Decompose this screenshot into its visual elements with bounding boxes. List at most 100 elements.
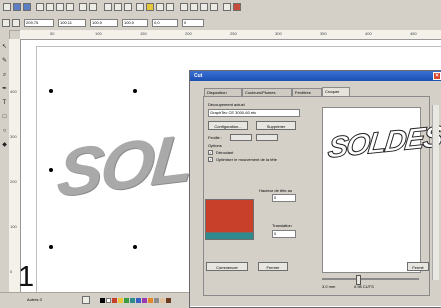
redo-icon[interactable]	[89, 3, 97, 11]
ruler-tick: 0	[10, 269, 13, 274]
align-icon[interactable]	[136, 3, 144, 11]
x-field[interactable]: 209,75	[24, 19, 54, 27]
palette-swatch[interactable]	[160, 298, 165, 303]
step-number: 1	[18, 261, 35, 293]
selection-handle[interactable]	[133, 245, 137, 249]
selection-handle[interactable]	[49, 168, 53, 172]
paste-icon[interactable]	[66, 3, 74, 11]
palette-swatch[interactable]	[148, 298, 153, 303]
tab-fenetres[interactable]: Fenêtres	[292, 88, 322, 96]
print-icon[interactable]	[36, 3, 44, 11]
stop-icon[interactable]	[233, 3, 241, 11]
palette-swatch[interactable]	[112, 298, 117, 303]
ruler-tick: 400	[10, 89, 17, 94]
status-bar: Autres 0	[0, 292, 189, 307]
palette-swatch[interactable]	[118, 298, 123, 303]
close-button[interactable]: Fermé	[407, 262, 429, 271]
remove-button[interactable]: Supprimer	[256, 121, 296, 130]
ruler-tick: 400	[365, 31, 372, 36]
dialog-title: Cut	[194, 73, 203, 79]
node-tool-icon[interactable]: ✎	[1, 58, 8, 65]
color-swatch[interactable]	[205, 199, 254, 234]
undo-icon[interactable]	[79, 3, 87, 11]
checkbox-deroulant[interactable]: ✓	[208, 150, 213, 155]
checkbox-optimiser[interactable]: ✓	[208, 157, 213, 162]
palette-swatch[interactable]	[106, 298, 111, 303]
grid-icon[interactable]	[12, 19, 20, 27]
cutter-select[interactable]: GraphTec CE 3000-60 etc	[208, 109, 300, 117]
group-icon[interactable]	[124, 3, 132, 11]
ruler-tick: 100	[95, 31, 102, 36]
zoom-out-icon[interactable]	[190, 3, 198, 11]
pick-tool-icon[interactable]: ↖	[1, 44, 8, 51]
translation-field[interactable]: 0	[272, 230, 296, 238]
property-bar: 209,75 100,11 100,0 100,0 0,0 0	[0, 17, 441, 31]
angle-field[interactable]: 0	[182, 19, 204, 27]
move-icon[interactable]	[104, 3, 112, 11]
tab-croquer[interactable]: Croquer	[322, 87, 350, 96]
selection-handle[interactable]	[49, 245, 53, 249]
close-icon[interactable]: ×	[433, 72, 441, 80]
vertical-ruler: 400 300 200 100 0	[9, 39, 21, 292]
sheet-option-button[interactable]	[230, 134, 252, 141]
ruler-tick: 50	[50, 31, 55, 36]
ruler-tick: 300	[10, 134, 17, 139]
open-icon[interactable]	[13, 3, 21, 11]
help-icon[interactable]	[223, 3, 231, 11]
lock-icon[interactable]	[2, 19, 10, 27]
arrow-icon[interactable]	[114, 3, 122, 11]
dialog-titlebar[interactable]: Cut ×	[190, 71, 441, 81]
zoom-page-icon[interactable]	[210, 3, 218, 11]
ruler-tick: 450	[410, 31, 417, 36]
zoom-in-icon[interactable]	[180, 3, 188, 11]
page-indicator[interactable]: Autres 0	[27, 297, 42, 302]
selection-handle[interactable]	[133, 89, 137, 93]
tab-couleurs[interactable]: Couleurs/Plumes	[242, 88, 292, 96]
new-icon[interactable]	[3, 3, 11, 11]
palette-swatch[interactable]	[136, 298, 141, 303]
palette-swatch[interactable]	[154, 298, 159, 303]
ruler-tick: 300	[275, 31, 282, 36]
zoom-left-label: 3.0 mm	[322, 284, 336, 289]
palette-swatch[interactable]	[130, 298, 135, 303]
ruler-tick: 250	[230, 31, 237, 36]
ruler-tick: 150	[140, 31, 147, 36]
tab-disposition[interactable]: Disposition	[204, 88, 242, 96]
height-field[interactable]: 100,0	[122, 19, 148, 27]
cut-preview: SOLDES	[322, 107, 441, 273]
section-label: Découpement actuel	[208, 102, 245, 107]
text-icon[interactable]	[156, 3, 164, 11]
zoom-tool-icon[interactable]: ⌕	[1, 72, 8, 79]
cut-dialog: Cut × Disposition Couleurs/Plumes Fenêtr…	[189, 70, 441, 308]
sheet-option-button[interactable]	[256, 134, 278, 141]
hauteur-field[interactable]: 0	[272, 194, 296, 202]
ellipse-tool-icon[interactable]: ○	[1, 128, 8, 135]
configuration-button[interactable]: Configuration...	[208, 121, 248, 130]
options-icon[interactable]	[166, 3, 174, 11]
rectangle-tool-icon[interactable]: □	[1, 114, 8, 121]
pen-tool-icon[interactable]: ✒	[1, 86, 8, 93]
print-button[interactable]: Fermer	[258, 262, 288, 271]
apply-button[interactable]: Commencer	[206, 262, 248, 271]
selection-handle[interactable]	[49, 89, 53, 93]
text-tool-icon[interactable]: T	[1, 100, 8, 107]
cut-icon[interactable]	[46, 3, 54, 11]
translation-label: Translation	[272, 223, 292, 228]
palette-swatch[interactable]	[166, 298, 171, 303]
dialog-scrollbar[interactable]	[432, 105, 439, 280]
zoom-right-label: 0.98 CUTS	[354, 284, 374, 289]
zoom-slider[interactable]	[322, 278, 419, 280]
palette-swatch[interactable]	[100, 298, 105, 303]
palette-swatch[interactable]	[124, 298, 129, 303]
zoom-fit-icon[interactable]	[200, 3, 208, 11]
save-icon[interactable]	[23, 3, 31, 11]
y-field[interactable]: 100,11	[58, 19, 86, 27]
palette-swatch[interactable]	[142, 298, 147, 303]
fill-tool-icon[interactable]: ◆	[1, 142, 8, 149]
ruler-tick: 200	[10, 179, 17, 184]
folder-icon[interactable]	[146, 3, 154, 11]
page-icon[interactable]	[82, 296, 90, 304]
copy-icon[interactable]	[56, 3, 64, 11]
width-field[interactable]: 100,0	[90, 19, 118, 27]
scale-field[interactable]: 0,0	[152, 19, 178, 27]
